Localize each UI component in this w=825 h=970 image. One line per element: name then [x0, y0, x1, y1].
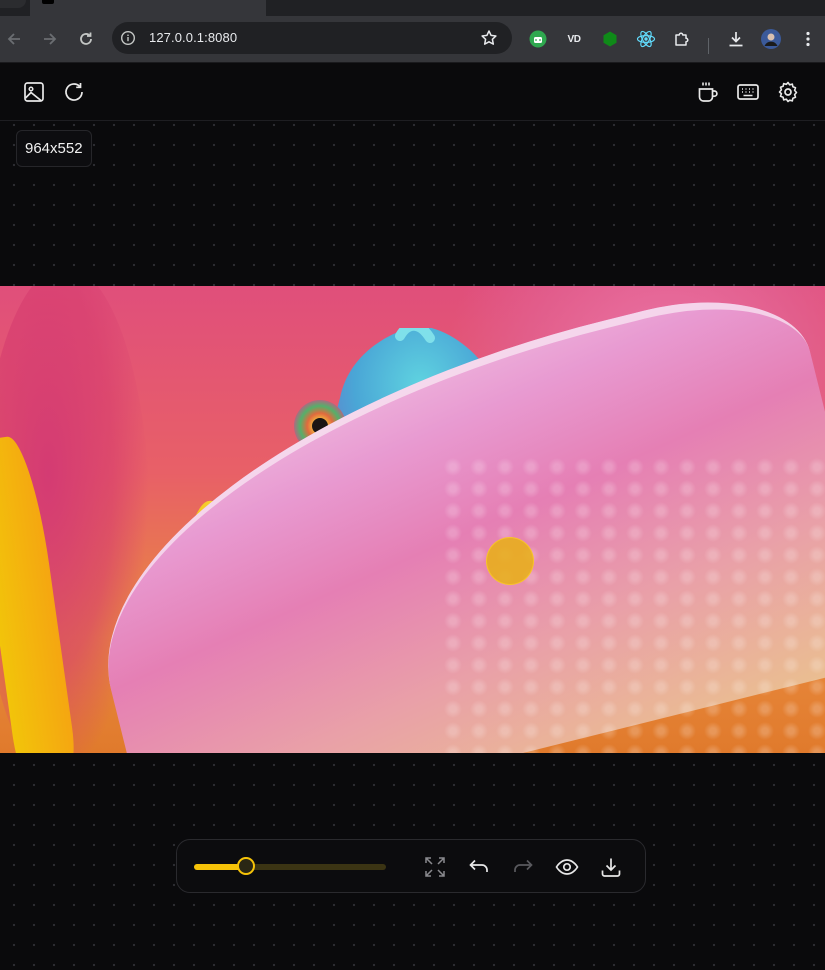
green-extension-icon[interactable]	[600, 29, 620, 49]
back-arrow-icon	[7, 33, 20, 45]
site-info-icon[interactable]	[120, 30, 136, 46]
bookmark-star-icon[interactable]	[480, 29, 498, 47]
back-button[interactable]	[0, 25, 28, 53]
redo-icon	[514, 859, 533, 872]
undo-icon	[469, 859, 488, 872]
reload-icon	[80, 32, 92, 45]
kebab-menu-icon[interactable]	[798, 29, 818, 49]
brush-cursor	[486, 537, 534, 585]
fullscreen-icon	[425, 857, 445, 877]
petal-texture	[440, 456, 825, 753]
react-devtools-icon[interactable]	[636, 29, 656, 49]
app-header	[0, 63, 825, 121]
vd-extension-label: VD	[567, 33, 581, 45]
settings-button[interactable]	[776, 80, 800, 104]
vd-extension-icon[interactable]: VD	[564, 29, 584, 49]
fullscreen-button[interactable]	[422, 854, 448, 880]
android-extension-icon[interactable]	[528, 29, 548, 49]
toolbar-separator	[708, 38, 709, 54]
reload-icon	[65, 83, 83, 101]
browser-toolbar: 127.0.0.1:8080 VD	[0, 16, 825, 62]
address-bar[interactable]: 127.0.0.1:8080	[112, 22, 512, 54]
redo-button[interactable]	[510, 854, 536, 880]
undo-button[interactable]	[466, 854, 492, 880]
eye-icon	[555, 859, 579, 875]
url-text: 127.0.0.1:8080	[149, 30, 238, 45]
keyboard-shortcuts-button[interactable]	[736, 80, 760, 104]
preview-toggle-button[interactable]	[554, 854, 580, 880]
open-image-icon	[24, 82, 44, 102]
inactive-tab[interactable]	[0, 0, 26, 8]
tab-favicon	[42, 0, 54, 4]
downloads-icon[interactable]	[726, 29, 746, 49]
brush-size-slider[interactable]	[194, 864, 386, 870]
forward-button[interactable]	[36, 25, 64, 53]
brush-size-thumb[interactable]	[236, 857, 255, 875]
puzzle-icon[interactable]	[672, 29, 692, 49]
app-workspace: 964x552	[0, 63, 825, 970]
reload-image-button[interactable]	[62, 80, 86, 104]
open-image-button[interactable]	[22, 80, 46, 104]
download-button[interactable]	[598, 854, 624, 880]
active-tab[interactable]	[30, 0, 266, 16]
coffee-button[interactable]	[696, 80, 720, 104]
image-dimensions-badge: 964x552	[16, 130, 92, 167]
bottom-toolbar	[176, 839, 646, 893]
image-canvas[interactable]	[0, 286, 825, 753]
keyboard-icon	[737, 84, 759, 100]
coffee-icon	[698, 82, 718, 102]
settings-icon	[778, 81, 798, 103]
forward-arrow-icon	[44, 33, 57, 45]
reload-page-button[interactable]	[72, 25, 100, 53]
tab-strip	[0, 0, 825, 16]
download-icon	[601, 858, 621, 877]
profile-avatar[interactable]	[761, 29, 781, 49]
